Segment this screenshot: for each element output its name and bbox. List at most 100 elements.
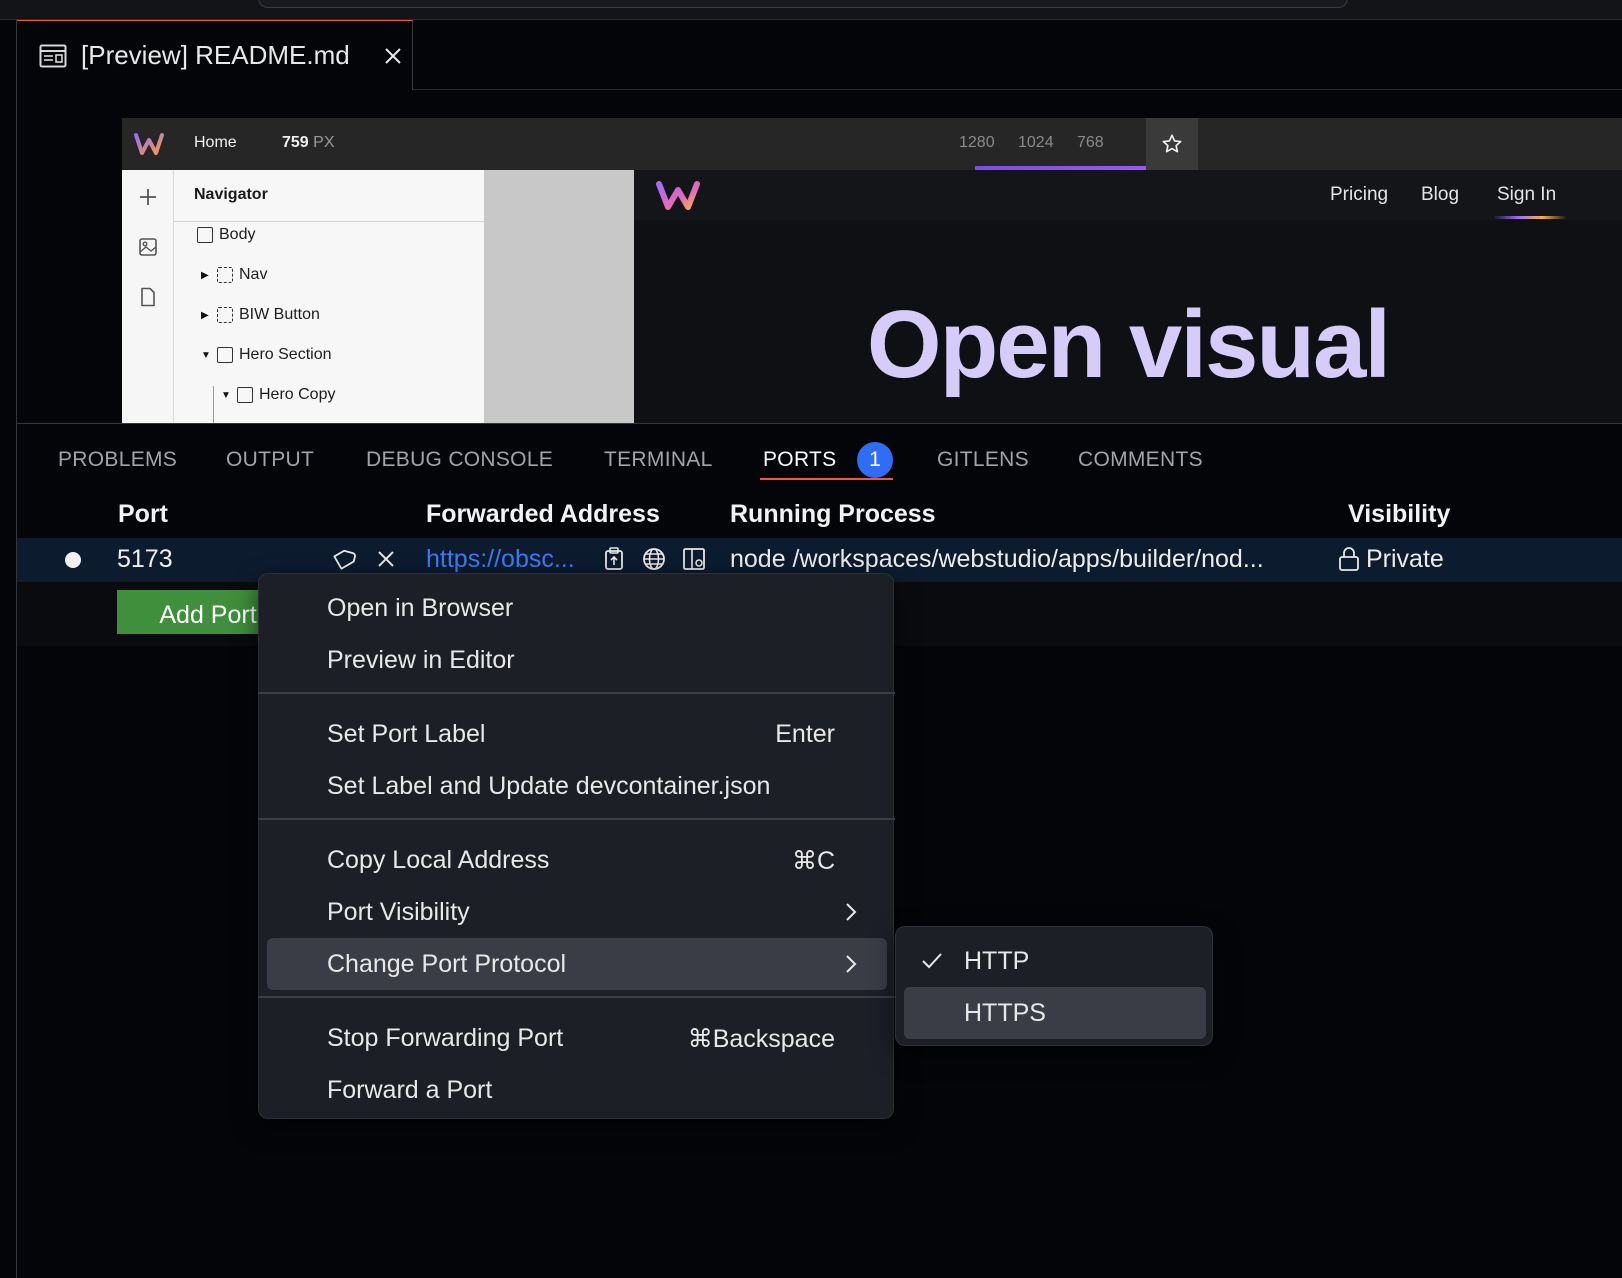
- chevron-right-icon: [846, 903, 857, 921]
- site-link-pricing[interactable]: Pricing: [1330, 184, 1388, 206]
- globe-icon[interactable]: [641, 546, 667, 572]
- menu-item-open-in-browser[interactable]: Open in Browser: [267, 582, 887, 634]
- menu-item-label: Set Port Label: [327, 720, 486, 748]
- menu-item-label: Copy Local Address: [327, 846, 550, 874]
- breakpoint-1280[interactable]: 1280: [959, 134, 995, 152]
- tree-item-hero-copy[interactable]: ▼ Hero Copy: [221, 386, 335, 404]
- editor-tab-readme-preview[interactable]: [Preview] README.md: [17, 20, 413, 90]
- webstudio-logo-icon[interactable]: [134, 130, 164, 158]
- menu-item-preview-in-editor[interactable]: Preview in Editor: [267, 634, 887, 686]
- caret-right-icon[interactable]: ▶: [201, 310, 211, 321]
- copy-icon[interactable]: [601, 546, 627, 572]
- canvas-width-value: 759: [282, 134, 309, 151]
- column-header-port: Port: [118, 500, 168, 528]
- tab-gitlens[interactable]: GITLENS: [937, 448, 1029, 472]
- add-port-button[interactable]: Add Port: [117, 590, 269, 634]
- hero-heading: Open visual: [866, 291, 1391, 398]
- pages-icon[interactable]: [137, 286, 159, 308]
- site-logo-icon[interactable]: [656, 178, 700, 212]
- close-icon[interactable]: [382, 45, 404, 67]
- assets-icon[interactable]: [137, 236, 159, 258]
- menu-item-port-visibility[interactable]: Port Visibility: [267, 886, 887, 938]
- tree-guide-line: [213, 386, 214, 423]
- column-header-running-process: Running Process: [730, 500, 936, 528]
- tree-item-hero-section[interactable]: ▼ Hero Section: [201, 346, 332, 364]
- tag-icon[interactable]: [331, 546, 357, 572]
- add-icon[interactable]: [137, 186, 159, 208]
- menu-item-set-port-label[interactable]: Set Port Label Enter: [267, 708, 887, 760]
- menu-separator: [259, 818, 895, 820]
- tree-item-biw-button[interactable]: ▶ BIW Button: [201, 306, 320, 324]
- menu-item-label: Set Label and Update devcontainer.json: [327, 772, 771, 800]
- forwarded-address-link[interactable]: https://obsc...: [426, 545, 575, 574]
- command-center[interactable]: [258, 0, 1348, 8]
- port-number: 5173: [117, 545, 173, 573]
- tree-item-nav[interactable]: ▶ Nav: [201, 266, 267, 284]
- caret-down-icon[interactable]: ▼: [201, 350, 211, 361]
- submenu-item-http[interactable]: HTTP: [904, 935, 1206, 987]
- box-dashed-icon: [217, 307, 233, 323]
- column-header-forwarded-address: Forwarded Address: [426, 500, 660, 528]
- tab-ports[interactable]: PORTS: [763, 448, 836, 472]
- webstudio-topbar: Home 759 PX 1280 1024 768: [122, 118, 1622, 170]
- box-icon: [197, 227, 213, 243]
- caret-right-icon[interactable]: ▶: [201, 270, 211, 281]
- box-icon: [217, 347, 233, 363]
- menu-item-shortcut: Enter: [775, 720, 835, 748]
- tree-item-label: Body: [219, 226, 256, 243]
- menu-item-label: Change Port Protocol: [327, 950, 567, 978]
- menu-item-stop-forwarding-port[interactable]: Stop Forwarding Port ⌘Backspace: [267, 1012, 887, 1064]
- site-link-sign-in[interactable]: Sign In: [1497, 184, 1556, 206]
- activity-bar: [0, 20, 17, 1278]
- tree-item-label: BIW Button: [239, 306, 320, 323]
- menu-item-shortcut: ⌘Backspace: [687, 1025, 835, 1053]
- protocol-submenu: HTTP HTTPS: [895, 926, 1213, 1046]
- submenu-item-label: HTTPS: [964, 999, 1046, 1027]
- site-navbar: Pricing Blog Sign In: [634, 170, 1622, 220]
- menu-item-shortcut: ⌘C: [791, 847, 835, 875]
- site-canvas: Pricing Blog Sign In Open visual: [634, 170, 1622, 423]
- tab-comments[interactable]: COMMENTS: [1078, 448, 1203, 472]
- menu-item-label: Port Visibility: [327, 898, 470, 926]
- port-status-dot: [65, 552, 81, 568]
- tree-item-label: Hero Copy: [259, 386, 336, 403]
- preview-in-editor-icon[interactable]: [681, 546, 707, 572]
- menu-item-change-port-protocol[interactable]: Change Port Protocol: [267, 938, 887, 990]
- tree-item-label: Nav: [239, 266, 268, 283]
- running-process: node /workspaces/webstudio/apps/builder/…: [730, 545, 1264, 573]
- tree-item-label: Hero Section: [239, 346, 332, 363]
- menu-item-forward-a-port[interactable]: Forward a Port: [267, 1064, 887, 1116]
- menu-item-label: Preview in Editor: [327, 646, 515, 674]
- menu-item-set-label-update-devcontainer[interactable]: Set Label and Update devcontainer.json: [267, 760, 887, 812]
- menu-item-copy-local-address[interactable]: Copy Local Address ⌘C: [267, 834, 887, 886]
- editor-tab-bar: [Preview] README.md: [17, 20, 1622, 90]
- menu-item-label: Open in Browser: [327, 594, 514, 622]
- check-icon: [922, 953, 942, 969]
- menu-item-label: Stop Forwarding Port: [327, 1024, 564, 1052]
- close-icon[interactable]: [373, 546, 399, 572]
- tree-item-body[interactable]: Body: [197, 226, 255, 244]
- box-icon: [237, 387, 253, 403]
- context-menu: Open in Browser Preview in Editor Set Po…: [258, 573, 895, 1119]
- breakpoint-768[interactable]: 768: [1077, 134, 1104, 152]
- tab-output[interactable]: OUTPUT: [226, 448, 314, 472]
- submenu-item-https[interactable]: HTTPS: [904, 987, 1206, 1039]
- page-selector[interactable]: Home: [194, 134, 237, 152]
- active-tab-indicator: [760, 478, 893, 480]
- submenu-item-label: HTTP: [964, 947, 1030, 975]
- tab-title: [Preview] README.md: [81, 40, 350, 70]
- star-icon: [1162, 134, 1182, 153]
- canvas-width: 759 PX: [282, 134, 335, 152]
- star-button[interactable]: [1146, 118, 1198, 170]
- caret-down-icon[interactable]: ▼: [221, 390, 231, 401]
- webstudio-sidebar: [122, 170, 174, 423]
- tab-problems[interactable]: PROBLEMS: [58, 448, 177, 472]
- site-link-blog[interactable]: Blog: [1421, 184, 1459, 206]
- sign-in-underline: [1494, 216, 1566, 219]
- breakpoint-1024[interactable]: 1024: [1018, 134, 1054, 152]
- preview-content: Home 759 PX 1280 1024 768 Navigator Body…: [17, 91, 1622, 423]
- tab-terminal[interactable]: TERMINAL: [604, 448, 713, 472]
- menu-separator: [259, 692, 895, 694]
- tab-debug-console[interactable]: DEBUG CONSOLE: [366, 448, 553, 472]
- lock-icon: [1339, 547, 1359, 571]
